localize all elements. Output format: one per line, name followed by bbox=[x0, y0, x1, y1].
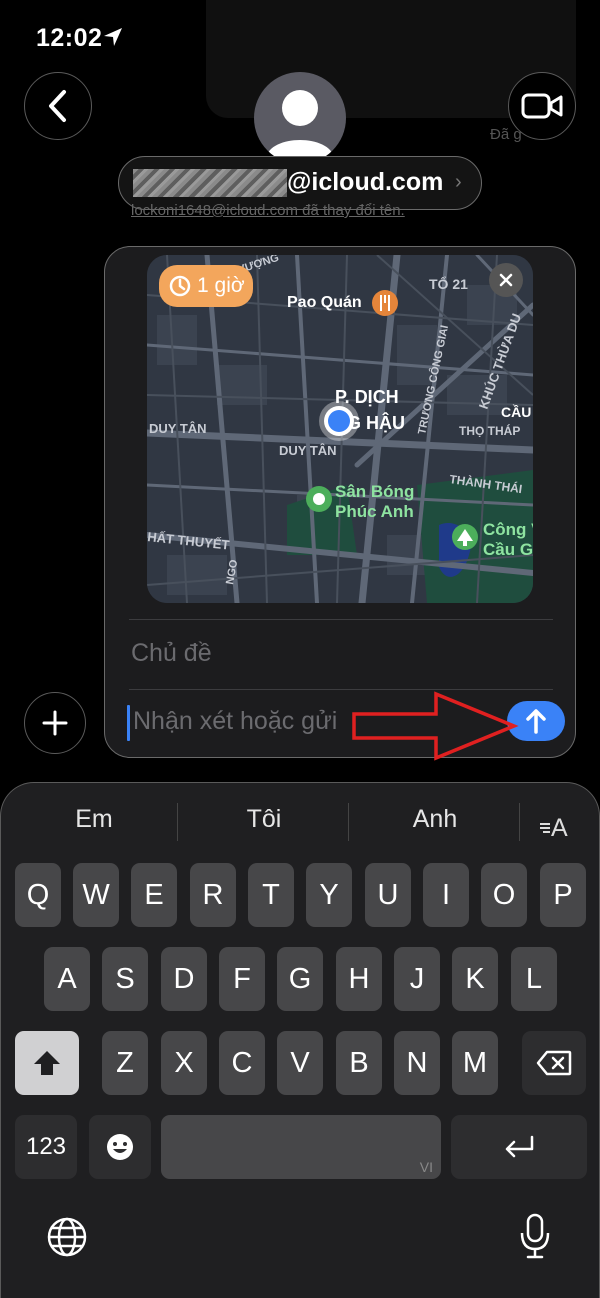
suggestion-separator bbox=[177, 803, 178, 841]
subject-field[interactable]: Chủ đề bbox=[131, 639, 212, 668]
status-time: 12:02 bbox=[36, 24, 103, 52]
add-attachment-button[interactable] bbox=[24, 692, 86, 754]
contact-avatar[interactable] bbox=[254, 72, 346, 164]
suggestion-1[interactable]: Em bbox=[9, 805, 179, 834]
key-c[interactable]: C bbox=[219, 1031, 265, 1095]
key-f[interactable]: F bbox=[219, 947, 265, 1011]
map-label-duy-tan-2: DUY TÂN bbox=[279, 443, 337, 458]
emoji-key[interactable] bbox=[89, 1115, 151, 1179]
map-label-to21: TỔ 21 bbox=[429, 275, 468, 292]
emoji-icon bbox=[107, 1134, 133, 1160]
arrow-up-icon bbox=[526, 709, 546, 734]
format-label: A bbox=[551, 813, 568, 842]
compose-box: TRẦN QUỐC VƯỢNG Pao Quán TỔ 21 P. DỊCH G… bbox=[104, 246, 576, 758]
compose-divider bbox=[129, 619, 553, 620]
map-label-san-bong-1: Sân Bóng bbox=[335, 482, 414, 501]
key-t[interactable]: T bbox=[248, 863, 294, 927]
name-change-notice: lockoni1648@icloud.com đã thay đổi tên. bbox=[131, 202, 405, 219]
return-icon bbox=[505, 1135, 534, 1158]
format-lines-icon bbox=[540, 823, 550, 833]
facetime-video-button[interactable] bbox=[508, 72, 576, 140]
redacted-contact-name bbox=[133, 169, 287, 197]
location-map-attachment[interactable]: TRẦN QUỐC VƯỢNG Pao Quán TỔ 21 P. DỊCH G… bbox=[147, 255, 533, 603]
key-a[interactable]: A bbox=[44, 947, 90, 1011]
chevron-left-icon bbox=[49, 90, 66, 122]
location-arrow-icon bbox=[104, 28, 122, 46]
back-button[interactable] bbox=[24, 72, 92, 140]
key-e[interactable]: E bbox=[131, 863, 177, 927]
share-duration-chip[interactable]: 1 giờ bbox=[159, 265, 253, 307]
key-s[interactable]: S bbox=[102, 947, 148, 1011]
key-n[interactable]: N bbox=[394, 1031, 440, 1095]
key-o[interactable]: O bbox=[481, 863, 527, 927]
shift-key[interactable] bbox=[15, 1031, 79, 1095]
chevron-right-icon: › bbox=[455, 171, 462, 193]
plus-icon bbox=[42, 710, 68, 736]
suggestion-2[interactable]: Tôi bbox=[179, 805, 349, 834]
backspace-icon bbox=[536, 1050, 572, 1076]
key-i[interactable]: I bbox=[423, 863, 469, 927]
clock-icon bbox=[169, 275, 191, 297]
map-view: TRẦN QUỐC VƯỢNG Pao Quán TỔ 21 P. DỊCH G… bbox=[147, 255, 533, 603]
key-y[interactable]: Y bbox=[306, 863, 352, 927]
suggestion-separator bbox=[519, 803, 520, 841]
shift-arrow-icon bbox=[34, 1051, 60, 1075]
return-key[interactable] bbox=[451, 1115, 587, 1179]
key-z[interactable]: Z bbox=[102, 1031, 148, 1095]
map-label-cong-vien-2: Cầu G bbox=[483, 540, 533, 559]
suggestion-3[interactable]: Anh bbox=[350, 805, 520, 834]
space-key[interactable]: VI bbox=[161, 1115, 441, 1179]
park-tree-icon bbox=[452, 524, 478, 550]
delete-key[interactable] bbox=[522, 1031, 586, 1095]
key-b[interactable]: B bbox=[336, 1031, 382, 1095]
contact-email-domain: @icloud.com bbox=[287, 168, 444, 196]
keyboard: Em Tôi Anh A Q W E R T Y U I O P A S D F… bbox=[0, 782, 600, 1298]
key-l[interactable]: L bbox=[511, 947, 557, 1011]
text-format-button[interactable]: A bbox=[539, 811, 579, 845]
key-m[interactable]: M bbox=[452, 1031, 498, 1095]
dictation-button[interactable] bbox=[515, 1211, 555, 1261]
map-label-duy-tan-1: DUY TÂN bbox=[149, 421, 207, 436]
key-g[interactable]: G bbox=[277, 947, 323, 1011]
key-w[interactable]: W bbox=[73, 863, 119, 927]
numbers-key[interactable]: 123 bbox=[15, 1115, 77, 1179]
key-k[interactable]: K bbox=[452, 947, 498, 1011]
key-q[interactable]: Q bbox=[15, 863, 61, 927]
close-icon bbox=[499, 273, 513, 287]
person-icon bbox=[266, 90, 334, 158]
key-u[interactable]: U bbox=[365, 863, 411, 927]
key-p[interactable]: P bbox=[540, 863, 586, 927]
globe-icon bbox=[47, 1217, 87, 1257]
stadium-icon bbox=[306, 486, 332, 512]
annotation-arrow bbox=[352, 691, 519, 761]
key-x[interactable]: X bbox=[161, 1031, 207, 1095]
map-label-cong-vien-1: Công V bbox=[483, 520, 533, 539]
key-j[interactable]: J bbox=[394, 947, 440, 1011]
key-d[interactable]: D bbox=[161, 947, 207, 1011]
message-input[interactable]: Nhận xét hoặc gửi bbox=[133, 707, 337, 736]
suggestion-separator bbox=[348, 803, 349, 841]
map-label-san-bong-2: Phúc Anh bbox=[335, 502, 414, 521]
key-r[interactable]: R bbox=[190, 863, 236, 927]
microphone-icon bbox=[520, 1213, 550, 1259]
globe-language-button[interactable] bbox=[45, 1215, 89, 1259]
map-label-pao-quan: Pao Quán bbox=[287, 294, 362, 311]
space-language-hint: VI bbox=[419, 1159, 433, 1175]
share-duration-label: 1 giờ bbox=[197, 274, 245, 297]
current-location-dot bbox=[319, 401, 359, 441]
map-label-tho-thap: THỌ THÁP bbox=[459, 423, 520, 438]
remove-attachment-button[interactable] bbox=[489, 263, 523, 297]
key-v[interactable]: V bbox=[277, 1031, 323, 1095]
key-h[interactable]: H bbox=[336, 947, 382, 1011]
text-caret bbox=[127, 705, 130, 741]
video-camera-icon bbox=[521, 93, 563, 119]
restaurant-icon bbox=[372, 290, 398, 316]
map-label-cau: CẦU bbox=[501, 404, 531, 420]
